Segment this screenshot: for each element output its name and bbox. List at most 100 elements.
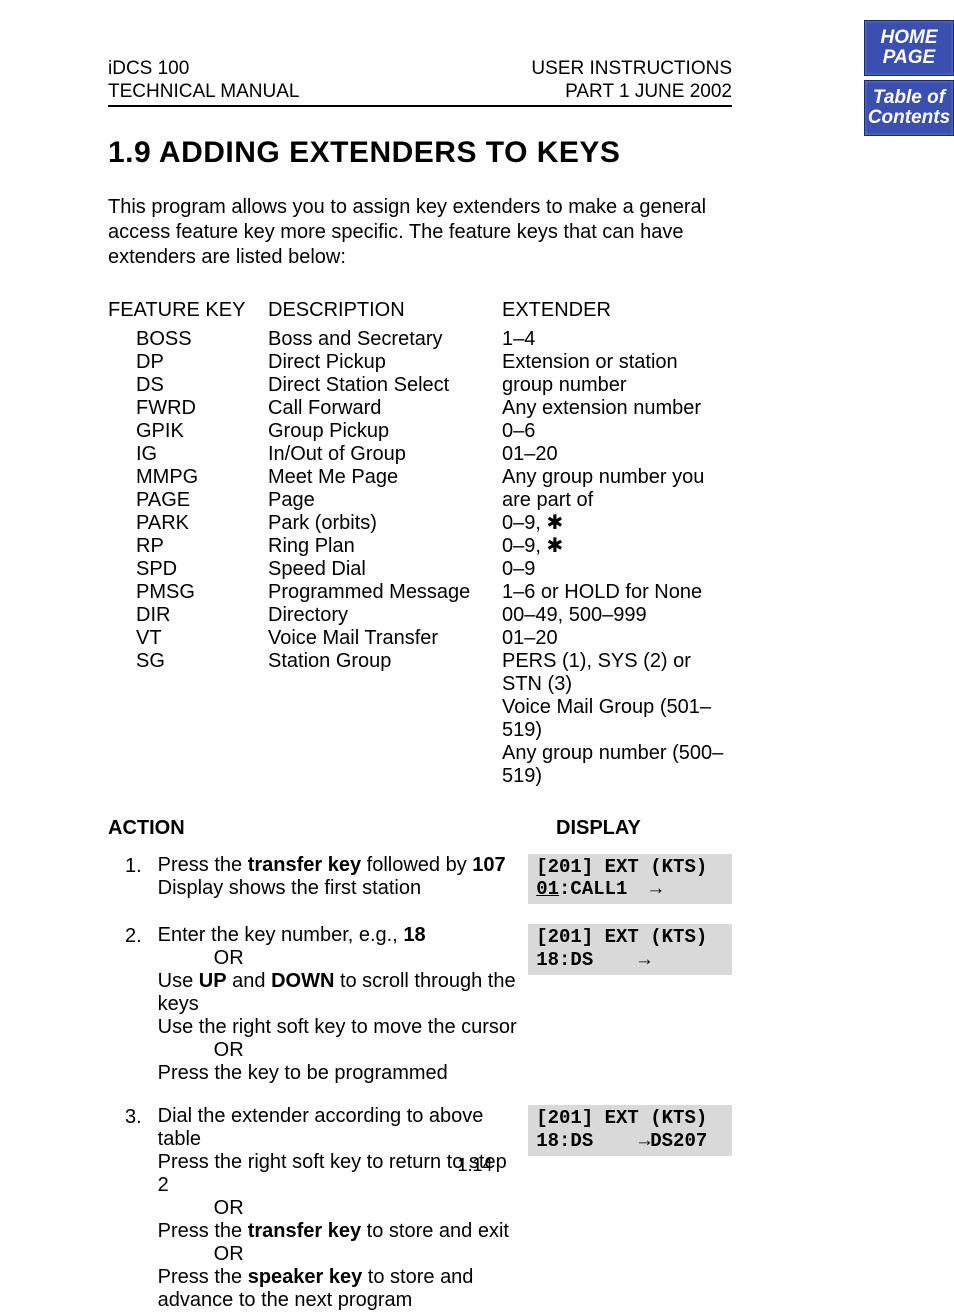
step-line: Press the key to be programmed bbox=[158, 1062, 523, 1085]
description-cell: Ring Plan bbox=[268, 535, 502, 558]
extender-cell: 1–6 or HOLD for None bbox=[502, 581, 732, 604]
feature-key-cell: RP bbox=[108, 535, 268, 558]
step-number: 2. bbox=[108, 924, 158, 1085]
extender-cell: 0–9 bbox=[502, 558, 732, 581]
description-cell: Meet Me Page bbox=[268, 466, 502, 489]
column-header-description: DESCRIPTION bbox=[268, 298, 502, 322]
description-cell: Station Group bbox=[268, 650, 502, 673]
feature-key-cell: PARK bbox=[108, 512, 268, 535]
description-cell: Directory bbox=[268, 604, 502, 627]
lcd-screen: [201] EXT (KTS)18:DS →DS207 bbox=[528, 1105, 732, 1156]
header-product: iDCS 100 bbox=[108, 58, 299, 81]
home-page-button[interactable]: HOME PAGE bbox=[864, 20, 954, 76]
or-separator: OR bbox=[158, 947, 523, 970]
feature-key-cell: SG bbox=[108, 650, 268, 673]
step: 3.Dial the extender according to above t… bbox=[108, 1105, 732, 1312]
feature-key-cell: BOSS bbox=[108, 328, 268, 351]
description-cell: In/Out of Group bbox=[268, 443, 502, 466]
column-header-extender: EXTENDER bbox=[502, 298, 732, 322]
lcd-line: [201] EXT (KTS) bbox=[536, 856, 724, 879]
or-separator: OR bbox=[158, 1243, 523, 1266]
nav-label: Table of bbox=[865, 88, 953, 108]
extender-cell: 00–49, 500–999 bbox=[502, 604, 732, 627]
feature-key-cell: DIR bbox=[108, 604, 268, 627]
column-header-feature-key: FEATURE KEY bbox=[108, 298, 268, 322]
lcd-line: 18:DS → bbox=[536, 949, 724, 972]
step-line: Press the transfer key to store and exit bbox=[158, 1220, 523, 1243]
lcd-screen: [201] EXT (KTS)18:DS → bbox=[528, 924, 732, 975]
feature-key-cell: VT bbox=[108, 627, 268, 650]
steps-list: 1.Press the transfer key followed by 107… bbox=[108, 854, 732, 1312]
step-display: [201] EXT (KTS)18:DS →DS207 bbox=[528, 1105, 732, 1312]
nav-label: HOME bbox=[865, 28, 953, 48]
action-display-headers: ACTION DISPLAY bbox=[108, 816, 732, 840]
extender-cell: Voice Mail Group (501–519) bbox=[502, 696, 732, 742]
step-line: Use UP and DOWN to scroll through the ke… bbox=[158, 970, 523, 1016]
extender-cell: Any group number you are part of bbox=[502, 466, 732, 512]
section-title: 1.9 ADDING EXTENDERS TO KEYS bbox=[108, 135, 732, 171]
lcd-line: [201] EXT (KTS) bbox=[536, 1107, 724, 1130]
step-text: Press the transfer key followed by 107Di… bbox=[158, 854, 529, 905]
feature-key-cell: PMSG bbox=[108, 581, 268, 604]
step-line: Enter the key number, e.g., 18 bbox=[158, 924, 523, 947]
extender-cell: 0–9, ✱ bbox=[502, 535, 732, 558]
description-cell: Page bbox=[268, 489, 502, 512]
page-number: 1.14 bbox=[0, 1155, 842, 1177]
step-display: [201] EXT (KTS)18:DS → bbox=[528, 924, 732, 1085]
step: 2.Enter the key number, e.g., 18ORUse UP… bbox=[108, 924, 732, 1085]
lcd-screen: [201] EXT (KTS)01:CALL1 → bbox=[528, 854, 732, 905]
extender-cell: 01–20 bbox=[502, 627, 732, 650]
extender-cell: 0–9, ✱ bbox=[502, 512, 732, 535]
step-number: 3. bbox=[108, 1105, 158, 1312]
extender-cell: 01–20 bbox=[502, 443, 732, 466]
extender-cell: 1–4 bbox=[502, 328, 732, 351]
step-line: Display shows the first station bbox=[158, 877, 523, 900]
extender-cell: Any group number (500–519) bbox=[502, 742, 732, 788]
description-cell: Boss and Secretary bbox=[268, 328, 502, 351]
lcd-line: [201] EXT (KTS) bbox=[536, 926, 724, 949]
header-manual: TECHNICAL MANUAL bbox=[108, 81, 299, 104]
description-cell: Programmed Message bbox=[268, 581, 502, 604]
header-part-date: PART 1 JUNE 2002 bbox=[531, 81, 732, 104]
feature-key-table: FEATURE KEY BOSSDPDSFWRDGPIKIGMMPGPAGEPA… bbox=[108, 298, 732, 788]
nav-label: Contents bbox=[865, 108, 953, 128]
or-separator: OR bbox=[158, 1039, 523, 1062]
intro-paragraph: This program allows you to assign key ex… bbox=[108, 195, 732, 270]
feature-key-cell: PAGE bbox=[108, 489, 268, 512]
step-line: Press the speaker key to store and advan… bbox=[158, 1266, 523, 1312]
description-cell: Group Pickup bbox=[268, 420, 502, 443]
lcd-line: 01:CALL1 → bbox=[536, 878, 724, 901]
description-cell: Speed Dial bbox=[268, 558, 502, 581]
page-header: iDCS 100 TECHNICAL MANUAL USER INSTRUCTI… bbox=[108, 58, 732, 107]
step: 1.Press the transfer key followed by 107… bbox=[108, 854, 732, 905]
feature-key-cell: SPD bbox=[108, 558, 268, 581]
feature-key-cell: FWRD bbox=[108, 397, 268, 420]
step-line: Press the transfer key followed by 107 bbox=[158, 854, 523, 877]
description-cell: Voice Mail Transfer bbox=[268, 627, 502, 650]
extender-cell: Extension or station group number bbox=[502, 351, 732, 397]
display-header: DISPLAY bbox=[556, 816, 641, 840]
description-cell: Park (orbits) bbox=[268, 512, 502, 535]
extender-cell: PERS (1), SYS (2) or STN (3) bbox=[502, 650, 732, 696]
description-cell: Direct Pickup bbox=[268, 351, 502, 374]
feature-key-cell: GPIK bbox=[108, 420, 268, 443]
step-line: Dial the extender according to above tab… bbox=[158, 1105, 523, 1151]
feature-key-cell: MMPG bbox=[108, 466, 268, 489]
step-number: 1. bbox=[108, 854, 158, 905]
table-of-contents-button[interactable]: Table of Contents bbox=[864, 80, 954, 136]
step-display: [201] EXT (KTS)01:CALL1 → bbox=[528, 854, 732, 905]
or-separator: OR bbox=[158, 1197, 523, 1220]
description-cell: Call Forward bbox=[268, 397, 502, 420]
action-header: ACTION bbox=[108, 816, 556, 840]
lcd-line: 18:DS →DS207 bbox=[536, 1130, 724, 1153]
nav-label: PAGE bbox=[865, 48, 953, 68]
extender-cell: Any extension number bbox=[502, 397, 732, 420]
extender-cell: 0–6 bbox=[502, 420, 732, 443]
feature-key-cell: DS bbox=[108, 374, 268, 397]
description-cell: Direct Station Select bbox=[268, 374, 502, 397]
header-section: USER INSTRUCTIONS bbox=[531, 58, 732, 81]
feature-key-cell: IG bbox=[108, 443, 268, 466]
feature-key-cell: DP bbox=[108, 351, 268, 374]
document-page: iDCS 100 TECHNICAL MANUAL USER INSTRUCTI… bbox=[0, 0, 842, 1312]
step-text: Enter the key number, e.g., 18ORUse UP a… bbox=[158, 924, 529, 1085]
